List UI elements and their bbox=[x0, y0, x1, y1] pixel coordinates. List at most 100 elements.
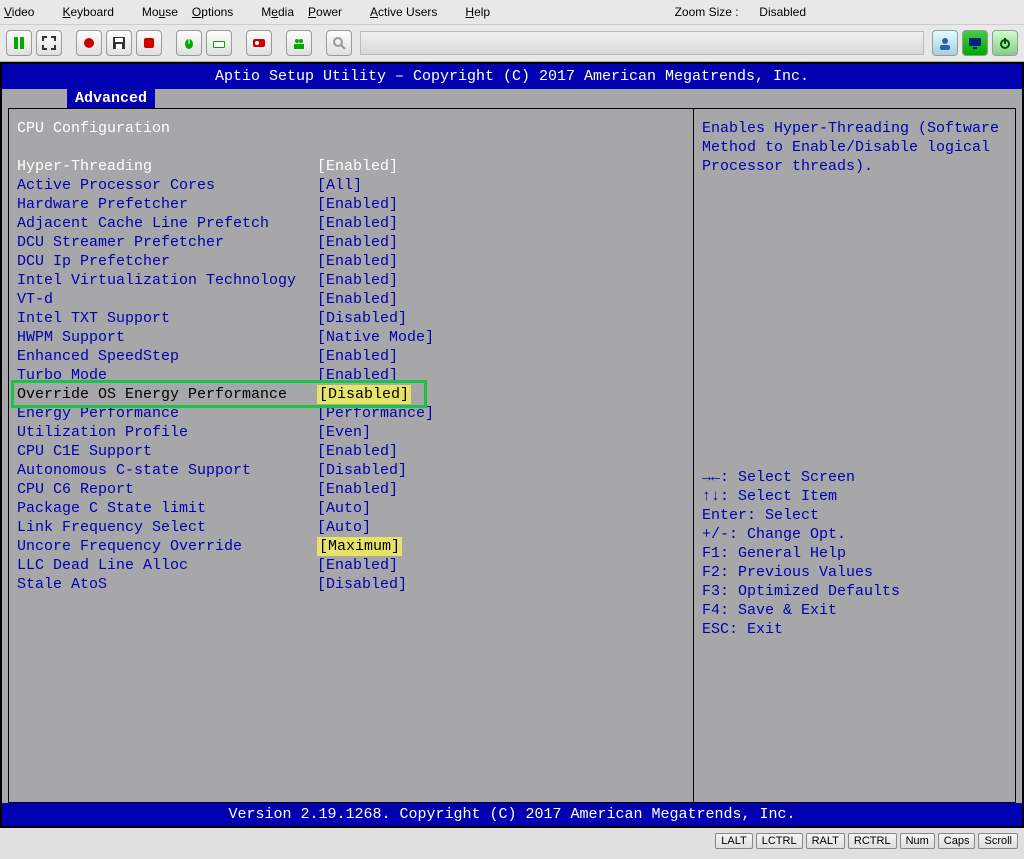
status-indicator: RCTRL bbox=[848, 833, 897, 849]
stop-button[interactable] bbox=[136, 30, 162, 56]
tab-advanced[interactable]: Advanced bbox=[67, 89, 155, 108]
option-label: Energy Performance bbox=[17, 404, 317, 423]
users-button[interactable] bbox=[286, 30, 312, 56]
bios-option-row[interactable]: Active Processor Cores[All] bbox=[17, 176, 685, 195]
option-label: DCU Streamer Prefetcher bbox=[17, 233, 317, 252]
nav-line: F2: Previous Values bbox=[702, 563, 1007, 582]
keyboard-button[interactable] bbox=[206, 30, 232, 56]
option-value: [Native Mode] bbox=[317, 328, 434, 347]
option-value: [Disabled] bbox=[317, 575, 407, 594]
status-indicator: Scroll bbox=[978, 833, 1018, 849]
option-value: [Enabled] bbox=[317, 556, 398, 575]
menu-active-users[interactable]: Active Users bbox=[370, 5, 451, 19]
option-value: [Enabled] bbox=[317, 252, 398, 271]
option-label: LLC Dead Line Alloc bbox=[17, 556, 317, 575]
help-text: Enables Hyper-Threading (Software Method… bbox=[702, 119, 1007, 176]
option-value: [Even] bbox=[317, 423, 371, 442]
nav-help: →←: Select Screen↑↓: Select ItemEnter: S… bbox=[702, 468, 1007, 639]
option-value: [Enabled] bbox=[317, 271, 398, 290]
toolbar bbox=[0, 25, 1024, 62]
bios-option-row[interactable]: Stale AtoS[Disabled] bbox=[17, 575, 685, 594]
menu-power[interactable]: Power bbox=[308, 5, 356, 19]
menu-bar: Video Keyboard Mouse Options Media Power… bbox=[0, 0, 1024, 25]
bios-title: Aptio Setup Utility – Copyright (C) 2017… bbox=[2, 64, 1022, 89]
bios-option-row[interactable]: Enhanced SpeedStep[Enabled] bbox=[17, 347, 685, 366]
option-label: Enhanced SpeedStep bbox=[17, 347, 317, 366]
option-label: HWPM Support bbox=[17, 328, 317, 347]
option-label: Utilization Profile bbox=[17, 423, 317, 442]
menu-options[interactable]: Options bbox=[192, 5, 247, 19]
bios-option-row[interactable]: Energy Performance[Performance] bbox=[17, 404, 685, 423]
nav-line: F1: General Help bbox=[702, 544, 1007, 563]
status-indicator: RALT bbox=[806, 833, 845, 849]
option-value: [Disabled] bbox=[317, 461, 407, 480]
media-button[interactable] bbox=[246, 30, 272, 56]
option-value: [Enabled] bbox=[317, 214, 398, 233]
option-label: Adjacent Cache Line Prefetch bbox=[17, 214, 317, 233]
pause-button[interactable] bbox=[6, 30, 32, 56]
bios-option-row[interactable]: Uncore Frequency Override[Maximum] bbox=[17, 537, 685, 556]
bios-option-row[interactable]: Link Frequency Select[Auto] bbox=[17, 518, 685, 537]
bios-option-row[interactable]: CPU C6 Report[Enabled] bbox=[17, 480, 685, 499]
option-label: Hyper-Threading bbox=[17, 157, 317, 176]
nav-line: ESC: Exit bbox=[702, 620, 1007, 639]
option-value: [Enabled] bbox=[317, 347, 398, 366]
bios-option-row[interactable]: HWPM Support[Native Mode] bbox=[17, 328, 685, 347]
option-label: Turbo Mode bbox=[17, 366, 317, 385]
menu-help[interactable]: Help bbox=[465, 5, 504, 19]
bios-option-row[interactable]: Intel TXT Support[Disabled] bbox=[17, 309, 685, 328]
menu-video[interactable]: Video bbox=[4, 5, 48, 19]
option-label: Intel TXT Support bbox=[17, 309, 317, 328]
option-value: [Enabled] bbox=[317, 233, 398, 252]
power-button[interactable] bbox=[992, 30, 1018, 56]
option-value: [Auto] bbox=[317, 518, 371, 537]
bios-option-row[interactable]: Utilization Profile[Even] bbox=[17, 423, 685, 442]
bios-option-row[interactable]: Autonomous C-state Support[Disabled] bbox=[17, 461, 685, 480]
bios-screen: Aptio Setup Utility – Copyright (C) 2017… bbox=[0, 62, 1024, 828]
option-label: Autonomous C-state Support bbox=[17, 461, 317, 480]
bios-option-row[interactable]: Adjacent Cache Line Prefetch[Enabled] bbox=[17, 214, 685, 233]
user-icon-button[interactable] bbox=[932, 30, 958, 56]
option-value: [Enabled] bbox=[317, 366, 398, 385]
option-value: [Enabled] bbox=[317, 290, 398, 309]
status-indicator: Num bbox=[900, 833, 935, 849]
bios-option-row[interactable]: VT-d[Enabled] bbox=[17, 290, 685, 309]
save-button[interactable] bbox=[106, 30, 132, 56]
option-label: CPU C6 Report bbox=[17, 480, 317, 499]
menu-media[interactable]: Media bbox=[261, 5, 294, 19]
status-indicator: Caps bbox=[938, 833, 976, 849]
bios-option-row[interactable]: DCU Ip Prefetcher[Enabled] bbox=[17, 252, 685, 271]
bios-option-row[interactable]: Hyper-Threading[Enabled] bbox=[17, 157, 685, 176]
bios-option-row[interactable]: Turbo Mode[Enabled] bbox=[17, 366, 685, 385]
menu-mouse[interactable]: Mouse bbox=[142, 5, 178, 19]
mouse-mode-button[interactable] bbox=[176, 30, 202, 56]
bios-option-row[interactable]: CPU C1E Support[Enabled] bbox=[17, 442, 685, 461]
bios-right-pane: Enables Hyper-Threading (Software Method… bbox=[693, 108, 1016, 803]
option-label: Active Processor Cores bbox=[17, 176, 317, 195]
option-label: Link Frequency Select bbox=[17, 518, 317, 537]
option-value: [All] bbox=[317, 176, 362, 195]
zoom-button[interactable] bbox=[326, 30, 352, 56]
bios-option-row[interactable]: Intel Virtualization Technology[Enabled] bbox=[17, 271, 685, 290]
bios-footer: Version 2.19.1268. Copyright (C) 2017 Am… bbox=[2, 803, 1022, 826]
nav-line: F3: Optimized Defaults bbox=[702, 582, 1007, 601]
monitor-button[interactable] bbox=[962, 30, 988, 56]
option-value: [Performance] bbox=[317, 404, 434, 423]
nav-line: ↑↓: Select Item bbox=[702, 487, 1007, 506]
menu-keyboard[interactable]: Keyboard bbox=[62, 5, 127, 19]
nav-line: F4: Save & Exit bbox=[702, 601, 1007, 620]
option-label: CPU C1E Support bbox=[17, 442, 317, 461]
bios-tabs: Advanced bbox=[2, 89, 1022, 108]
option-label: Stale AtoS bbox=[17, 575, 317, 594]
option-value: [Enabled] bbox=[317, 480, 398, 499]
bios-option-row[interactable]: Hardware Prefetcher[Enabled] bbox=[17, 195, 685, 214]
bios-option-row[interactable]: LLC Dead Line Alloc[Enabled] bbox=[17, 556, 685, 575]
bios-option-row[interactable]: Package C State limit[Auto] bbox=[17, 499, 685, 518]
bios-option-row[interactable]: Override OS Energy Performance[Disabled] bbox=[17, 385, 685, 404]
option-label: DCU Ip Prefetcher bbox=[17, 252, 317, 271]
record-button[interactable] bbox=[76, 30, 102, 56]
bios-option-row[interactable]: DCU Streamer Prefetcher[Enabled] bbox=[17, 233, 685, 252]
fullscreen-button[interactable] bbox=[36, 30, 62, 56]
option-value: [Disabled] bbox=[317, 309, 407, 328]
option-value: [Enabled] bbox=[317, 195, 398, 214]
